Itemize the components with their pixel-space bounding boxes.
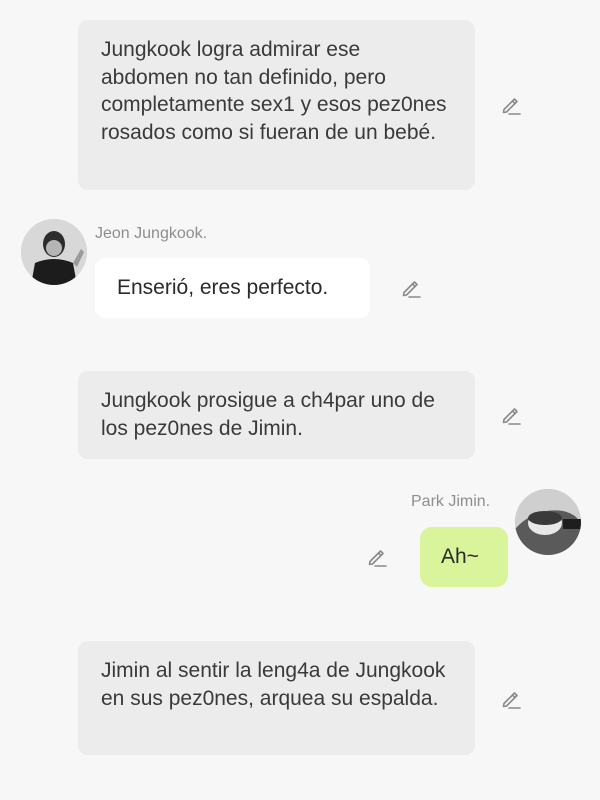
edit-icon[interactable] (500, 404, 522, 426)
character-name-jimin: Park Jimin. (411, 493, 491, 510)
message-bubble-jimin: Ah~ (420, 527, 508, 587)
narration-bubble-1: Jungkook logra admirar ese abdomen no ta… (78, 20, 475, 190)
narration-text-3: Jimin al sentir la leng4a de Jungkook en… (101, 659, 446, 710)
edit-icon[interactable] (500, 94, 522, 116)
edit-icon[interactable] (500, 688, 522, 710)
narration-bubble-3: Jimin al sentir la leng4a de Jungkook en… (78, 641, 475, 755)
edit-icon[interactable] (400, 277, 422, 299)
message-text-jungkook: Enserió, eres perfecto. (117, 276, 329, 299)
edit-icon[interactable] (366, 546, 388, 568)
narration-bubble-2: Jungkook prosigue a ch4par uno de los pe… (78, 371, 475, 459)
character-name-jungkook: Jeon Jungkook. (95, 225, 208, 242)
message-text-jimin: Ah~ (441, 545, 479, 568)
avatar-jungkook[interactable] (21, 219, 87, 285)
avatar-jimin[interactable] (515, 489, 581, 555)
narration-text-1: Jungkook logra admirar ese abdomen no ta… (101, 38, 447, 144)
narration-text-2: Jungkook prosigue a ch4par uno de los pe… (101, 389, 435, 440)
message-bubble-jungkook: Enserió, eres perfecto. (95, 258, 370, 318)
